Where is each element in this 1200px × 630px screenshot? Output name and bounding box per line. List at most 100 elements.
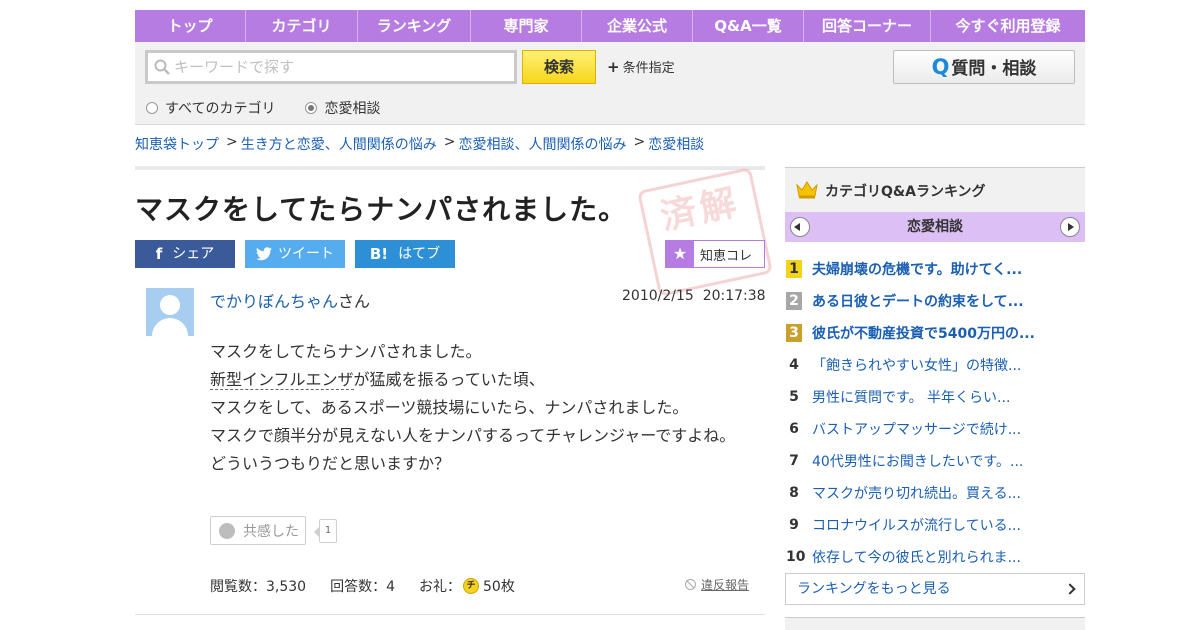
question-stats: 閲覧数：3,530 回答数：4 お礼： チ 50枚 [210,576,515,596]
more-ranking-label: ランキングをもっと見る [797,581,951,597]
user-link[interactable]: でかりぼんちゃん [210,292,338,311]
answer-count: 回答数：4 [330,579,396,595]
ranking-item[interactable]: 1 夫婦崩壊の危機です。助けてく... [785,253,1085,285]
breadcrumb-item[interactable]: 恋愛相談、人間関係の悩み [458,134,626,154]
rank-number: 6 [789,421,799,437]
breadcrumb-item[interactable]: 生き方と恋愛、人間関係の悩み [241,134,437,154]
post-date: 2010/2/15 [622,288,694,304]
nav-qa-list[interactable]: Q&A一覧 [693,10,804,42]
question-panel: 済解 マスクをしてたらナンパされました。 f シェア ツイート B! はてブ ★ 知… [135,166,773,630]
global-nav: トップ カテゴリ ランキング 専門家 企業公式 Q&A一覧 回答コーナー 今すぐ… [135,10,1085,42]
ranking-item[interactable]: 2 ある日彼とデートの約束をして... [785,285,1085,317]
rank-number: 7 [789,453,799,469]
ask-question-button[interactable]: Q 質問・相談 [893,50,1075,84]
radio-label: 恋愛相談 [324,101,381,117]
nav-category[interactable]: カテゴリ [246,10,358,42]
facebook-icon: f [155,245,163,263]
report-label: 違反報告 [701,578,750,592]
condition-link[interactable]: + 条件指定 [607,57,675,76]
resolved-stamp: 済解 [637,167,773,297]
rank-title: ある日彼とデートの約束をして... [812,294,1024,310]
empathy-button[interactable]: 共感した [210,516,306,545]
hatena-bookmark-button[interactable]: B! はてブ [355,240,455,268]
report-link[interactable]: 違反報告 [685,576,749,593]
rank-number: 1 [786,260,802,278]
breadcrumb-item[interactable]: 知恵袋トップ [135,134,219,154]
search-icon [154,59,170,75]
rank-title: マスクが売り切れ続出。買える... [812,486,1021,502]
rank-title: 夫婦崩壊の危機です。助けてく... [812,262,1023,278]
chiecolle-label: 知恵コレ [700,248,753,264]
rank-title: 男性に質問です。 半年くらい... [812,390,1011,406]
ranking-item[interactable]: 6 バストアップマッサージで続け... [785,413,1085,445]
ranking-item[interactable]: 9 コロナウイルスが流行している... [785,509,1085,541]
search-box [145,50,517,84]
next-section-header [785,617,1085,630]
coin-icon: チ [463,578,480,594]
prev-category-icon[interactable] [790,217,810,237]
nav-top[interactable]: トップ [135,10,246,42]
category-ranking: カテゴリQ&Aランキング 恋愛相談 1 夫婦崩壊の危機です。助けてく... 2 ある… [785,167,1085,630]
body-line: マスクをしてたらナンパされました。 [210,342,482,361]
body-line: どういうつもりだと思いますか？ [210,454,451,473]
rank-title: コロナウイルスが流行している... [812,518,1021,534]
ranking-item[interactable]: 4 「飽きられやすい女性」の特徴... [785,349,1085,381]
rank-title: 彼氏が不動産投資で5400万円の... [812,326,1035,342]
rank-title: バストアップマッサージで続け... [812,422,1022,438]
nav-answer-corner[interactable]: 回答コーナー [804,10,931,42]
star-icon: ★ [666,241,694,267]
radio-all-categories[interactable]: すべてのカテゴリ [146,98,275,118]
question-title: マスクをしてたらナンパされました。 [135,193,628,226]
rank-title: 「飽きられやすい女性」の特徴... [812,358,1022,374]
keyword-link[interactable]: 新型インフルエンザ [210,370,354,390]
crown-icon [796,181,818,199]
facebook-share-button[interactable]: f シェア [135,240,235,268]
post-datetime: 2010/2/15 20:17:38 [622,288,766,304]
category-scope: すべてのカテゴリ 恋愛相談 [146,98,410,118]
next-category-icon[interactable] [1060,217,1080,237]
radio-icon [146,102,158,114]
ranking-item[interactable]: 3 彼氏が不動産投資で5400万円の... [785,317,1085,349]
plus-icon: + [607,58,620,76]
q-icon: Q [931,55,950,79]
body-line: マスクをして、あるスポーツ競技場にいたら、ナンパされました。 [210,398,689,417]
nav-experts[interactable]: 専門家 [471,10,582,42]
divider [135,166,765,170]
ranking-category: 恋愛相談 [907,219,963,235]
reward-label: お礼： [419,579,462,595]
ranking-item[interactable]: 5 男性に質問です。 半年くらい... [785,381,1085,413]
ranking-item[interactable]: 10 依存して今の彼氏と別れられま... [785,541,1085,573]
ranking-category-bar: 恋愛相談 [785,212,1085,242]
condition-label: 条件指定 [622,61,675,76]
hatena-icon: B! [369,245,389,263]
question-body: マスクをしてたらナンパされました。 新型インフルエンザが猛威を振るっていた頃、 … [210,338,735,478]
search-button[interactable]: 検索 [522,50,596,84]
ranking-item[interactable]: 7 40代男性にお聞きしたいです。... [785,445,1085,477]
ask-question-label: 質問・相談 [951,59,1037,79]
chiecolle-button[interactable]: ★ 知恵コレ [665,240,765,268]
twitter-share-button[interactable]: ツイート [245,240,345,268]
nav-register[interactable]: 今すぐ利用登録 [931,10,1085,42]
more-ranking-button[interactable]: ランキングをもっと見る [785,573,1085,605]
breadcrumb: 知恵袋トップ > 生き方と恋愛、人間関係の悩み > 恋愛相談、人間関係の悩み > 恋愛… [135,134,705,154]
breadcrumb-item[interactable]: 恋愛相談 [648,134,704,154]
rank-number: 8 [789,485,799,501]
nav-ranking[interactable]: ランキング [358,10,471,42]
body-line: 新型インフルエンザが猛威を振るっていた頃、 [210,370,545,390]
body-line: マスクで顔半分が見えない人をナンパするってチャレンジャーですよね。 [210,426,736,445]
chevron-right-icon [1064,583,1076,595]
rank-number: 2 [786,292,802,310]
nav-official[interactable]: 企業公式 [582,10,693,42]
rank-number: 3 [786,324,802,342]
smile-icon [219,522,235,539]
radio-love-advice[interactable]: 恋愛相談 [305,98,380,118]
questioner-name: でかりぼんちゃんさん [210,288,370,312]
avatar[interactable] [146,288,194,336]
ranking-item[interactable]: 8 マスクが売り切れ続出。買える... [785,477,1085,509]
rank-title: 依存して今の彼氏と別れられま... [812,550,1021,566]
user-suffix: さん [338,292,371,311]
search-input[interactable] [174,53,504,81]
radio-checked-icon [305,102,318,114]
ranking-header: カテゴリQ&Aランキング [785,167,1085,212]
twitter-icon [256,247,272,261]
